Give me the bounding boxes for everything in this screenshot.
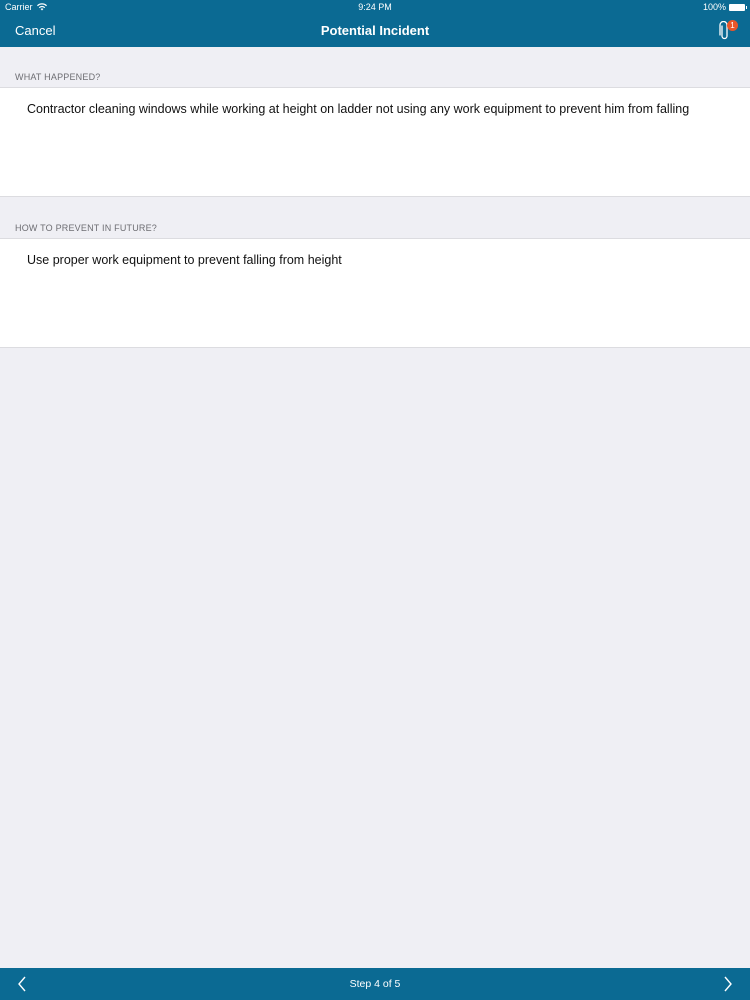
navigation-bar: Cancel Potential Incident 1 xyxy=(0,14,750,47)
top-bar: Carrier 9:24 PM 100% Cancel Potential In… xyxy=(0,0,750,47)
attachment-count-badge: 1 xyxy=(727,20,738,31)
prevention-text: Use proper work equipment to prevent fal… xyxy=(27,253,342,267)
prevention-field[interactable]: Use proper work equipment to prevent fal… xyxy=(0,238,750,348)
cancel-button[interactable]: Cancel xyxy=(15,23,55,38)
what-happened-text: Contractor cleaning windows while workin… xyxy=(27,102,690,116)
page-title: Potential Incident xyxy=(320,23,430,38)
status-battery-group: 100% xyxy=(702,0,747,14)
status-time: 9:24 PM xyxy=(358,2,392,12)
status-bar: Carrier 9:24 PM 100% xyxy=(0,0,750,14)
next-step-button[interactable] xyxy=(718,975,736,993)
bottom-toolbar: Step 4 of 5 xyxy=(0,968,750,1000)
battery-icon xyxy=(729,3,747,11)
battery-percent: 100% xyxy=(702,2,726,12)
chevron-right-icon xyxy=(724,976,732,992)
attachments-button[interactable]: 1 xyxy=(716,20,738,41)
step-indicator: Step 4 of 5 xyxy=(349,978,401,990)
incident-form-screen: Carrier 9:24 PM 100% Cancel Potential In… xyxy=(0,0,750,1000)
what-happened-field[interactable]: Contractor cleaning windows while workin… xyxy=(0,87,750,197)
what-happened-header: WHAT HAPPENED? xyxy=(15,72,101,82)
prevention-header: HOW TO PREVENT IN FUTURE? xyxy=(15,223,158,233)
